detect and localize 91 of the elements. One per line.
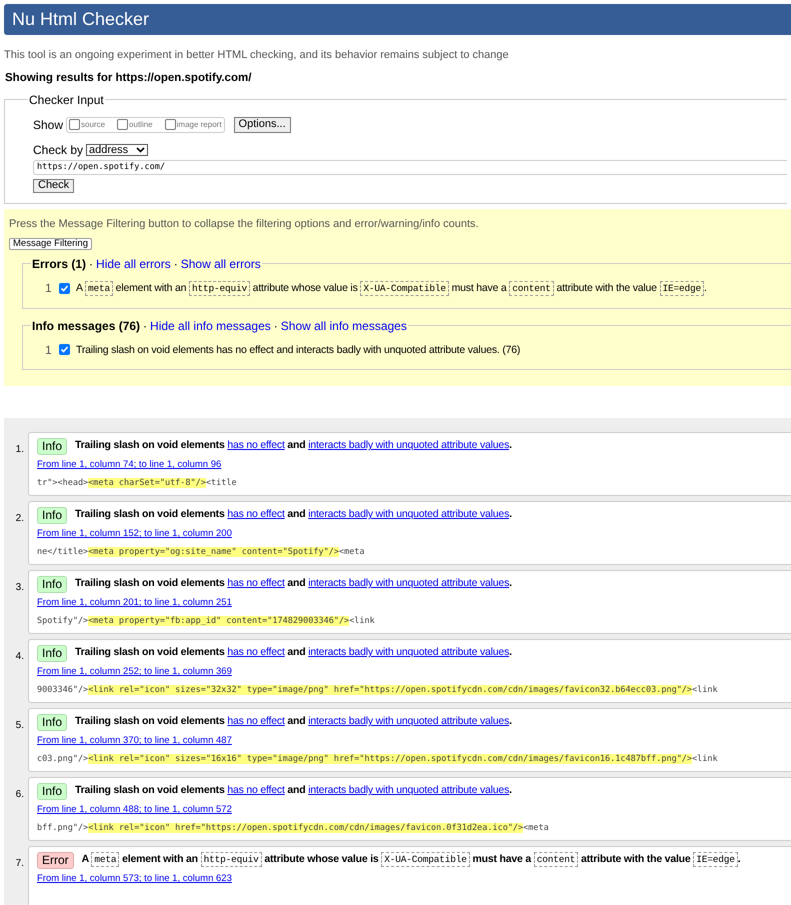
help-link[interactable]: interacts badly with unquoted attribute values xyxy=(308,784,510,796)
code-extract: tr"><head><meta charSet="utf-8"/><title xyxy=(37,477,238,490)
location-link[interactable]: From line 1, column 252; to line 1, column 369 xyxy=(37,664,232,679)
message-summary: Trailing slash on void elements has no effect and interacts badly with unquoted attribute values. (76) xyxy=(76,342,520,358)
filtering-note: Press the Message Filtering button to collapse the filtering options and error/warning/info counts. xyxy=(9,217,480,232)
show-link[interactable]: Show all info messages xyxy=(280,318,407,333)
help-link[interactable]: has no effect xyxy=(227,577,285,590)
location-link[interactable]: From line 1, column 488; to line 1, column 572 xyxy=(37,802,232,817)
separator-dot: · xyxy=(174,256,178,271)
checkbox[interactable] xyxy=(59,282,70,294)
location-link[interactable]: From line 1, column 74; to line 1, column 96 xyxy=(37,458,222,472)
code-extract: ne</title><meta property="og:site_name" content="Spotify"/><meta xyxy=(37,546,366,559)
code-term: content xyxy=(509,280,554,296)
list-number: 4. xyxy=(14,650,25,664)
help-link[interactable]: has no effect xyxy=(227,439,285,452)
message-text: A meta element with an http-equiv attribute whose value is X-UA-Compatible must have a content attribute with the value IE=edge . xyxy=(82,852,740,868)
location-link[interactable]: From line 1, column 370; to line 1, column 487 xyxy=(37,734,232,748)
fieldset-legend: Checker Input xyxy=(28,90,105,109)
code-extract: Spotify"/><meta property="fb:app_id" content="174829003346"/><link xyxy=(37,615,376,628)
code-term: IE=edge xyxy=(660,280,704,296)
message-type-badge: Info xyxy=(37,782,68,800)
message-type-badge: Info xyxy=(37,644,68,662)
message-text: Trailing slash on void elements has no effect and interacts badly with unquoted attribute values. xyxy=(75,714,512,730)
hide-link[interactable]: Hide all info messages xyxy=(150,318,271,333)
help-link[interactable]: interacts badly with unquoted attribute values xyxy=(308,439,510,452)
code-term: X-UA-Compatible xyxy=(381,852,470,868)
checkbox[interactable] xyxy=(59,344,70,356)
code-extract: 9003346"/><link rel="icon" sizes="32x32" type="image/png" href="https://open.spotifycdn.com/cdn/images/favicon32.b64ecc03.png"/><link xyxy=(37,684,719,697)
code-term: meta xyxy=(84,280,113,296)
group-title: Errors (1) xyxy=(32,256,86,271)
separator-dot: · xyxy=(274,318,278,333)
intro-text: This tool is an ongoing experiment in better HTML checking, and its behavior remains subject to change xyxy=(4,48,510,63)
code-term: meta xyxy=(91,852,120,868)
checkbox[interactable] xyxy=(164,119,176,130)
separator-dot: · xyxy=(143,318,148,333)
code-term: http-equiv xyxy=(188,280,250,296)
code-term: http-equiv xyxy=(200,852,262,868)
caret-icon xyxy=(136,146,146,153)
help-link[interactable]: interacts badly with unquoted attribute values xyxy=(308,646,510,658)
help-link[interactable]: has no effect xyxy=(227,715,285,728)
help-link[interactable]: has no effect xyxy=(227,784,285,796)
message-text: Trailing slash on void elements has no effect and interacts badly with unquoted attribute values. xyxy=(75,576,512,592)
message-filtering-button[interactable]: Message Filtering xyxy=(9,238,92,250)
hide-link[interactable]: Hide all errors xyxy=(96,256,171,271)
list-number: 6. xyxy=(14,788,25,802)
location-link[interactable]: From line 1, column 201; to line 1, column 251 xyxy=(37,596,232,610)
checkbox[interactable] xyxy=(69,119,80,130)
message-type-badge: Info xyxy=(37,438,68,455)
row-number: 1 xyxy=(45,342,53,359)
separator-dot: · xyxy=(89,256,94,271)
check-by-label: Check by xyxy=(33,142,84,159)
help-link[interactable]: interacts badly with unquoted attribute values xyxy=(308,577,510,590)
help-link[interactable]: has no effect xyxy=(227,508,285,520)
code-term: content xyxy=(534,852,578,868)
page-title: Nu Html Checker xyxy=(4,4,791,35)
message-text: Trailing slash on void elements has no effect and interacts badly with unquoted attribute values. xyxy=(75,783,512,798)
option-label: outline xyxy=(129,118,153,131)
show-link[interactable]: Show all errors xyxy=(180,256,261,271)
message-type-badge: Info xyxy=(37,714,68,731)
help-link[interactable]: has no effect xyxy=(227,646,285,658)
option-label: source xyxy=(81,118,106,131)
show-label: Show xyxy=(33,116,64,134)
message-type-badge: Error xyxy=(37,852,74,869)
list-number: 7. xyxy=(14,856,25,871)
list-number: 2. xyxy=(14,512,25,526)
option-label: image report xyxy=(176,118,222,131)
code-extract: bff.png"/><link rel="icon" href="https://open.spotifycdn.com/cdn/images/favicon.0f31d2ea.ico"/><meta xyxy=(37,822,550,835)
message-text: Trailing slash on void elements has no effect and interacts badly with unquoted attribute values. xyxy=(75,438,512,454)
results-heading: Showing results for https://open.spotify.com/ xyxy=(5,70,252,86)
check-by-select[interactable]: address xyxy=(86,144,148,156)
message-text: Trailing slash on void elements has no effect and interacts badly with unquoted attribute values. xyxy=(75,645,512,660)
row-number: 1 xyxy=(45,280,53,298)
message-summary: A meta element with an http-equiv attribute whose value is X-UA-Compatible must have a content attribute with the value IE=edge . xyxy=(76,280,707,298)
list-number: 3. xyxy=(14,580,25,595)
location-link[interactable]: From line 1, column 152; to line 1, column 200 xyxy=(37,526,232,541)
message-text: Trailing slash on void elements has no effect and interacts badly with unquoted attribute values. xyxy=(75,507,512,522)
list-number: 1. xyxy=(14,442,25,457)
check-button[interactable]: Check xyxy=(33,178,74,193)
checkbox[interactable] xyxy=(117,119,128,130)
help-link[interactable]: interacts badly with unquoted attribute values xyxy=(308,508,510,520)
location-link[interactable]: From line 1, column 573; to line 1, column 623 xyxy=(37,872,232,886)
url-field[interactable]: https://open.spotify.com/ xyxy=(33,160,787,175)
message-type-badge: Info xyxy=(37,576,68,593)
options-button[interactable]: Options... xyxy=(234,116,291,133)
list-number: 5. xyxy=(14,718,25,733)
message-type-badge: Info xyxy=(37,506,68,524)
help-link[interactable]: interacts badly with unquoted attribute values xyxy=(308,715,510,728)
group-title: Info messages (76) xyxy=(32,318,140,333)
code-extract: c03.png"/><link rel="icon" sizes="16x16" type="image/png" href="https://open.spotifycdn.com/cdn/images/favicon16.1c487bff.png"/><link xyxy=(37,753,719,766)
code-term: X-UA-Compatible xyxy=(360,280,449,296)
code-term: IE=edge xyxy=(693,852,738,868)
